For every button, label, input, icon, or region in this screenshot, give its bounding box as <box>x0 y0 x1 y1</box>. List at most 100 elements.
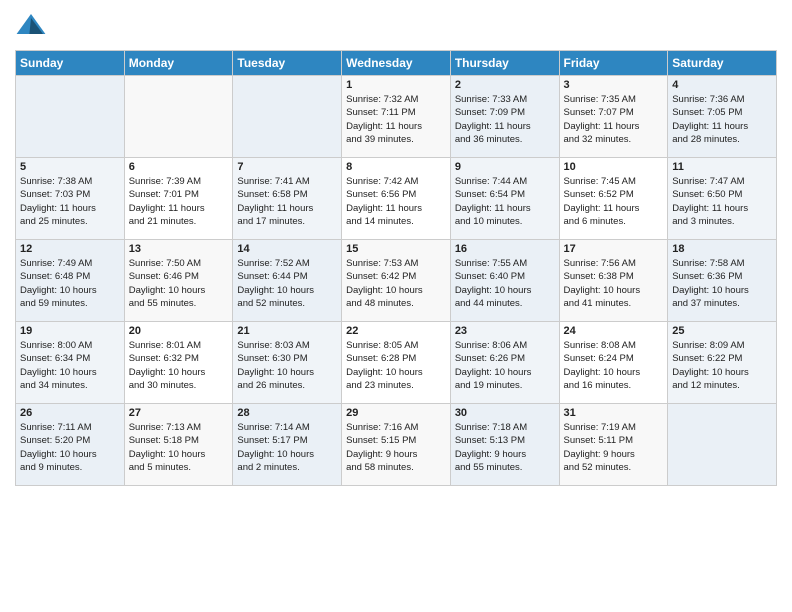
col-header-wednesday: Wednesday <box>342 51 451 76</box>
calendar-cell: 27 Sunrise: 7:13 AM Sunset: 5:18 PM Dayli… <box>124 404 233 486</box>
calendar-table: SundayMondayTuesdayWednesdayThursdayFrid… <box>15 50 777 486</box>
day-info: Sunrise: 7:32 AM Sunset: 7:11 PM Dayligh… <box>346 93 446 146</box>
col-header-friday: Friday <box>559 51 668 76</box>
day-number: 30 <box>455 407 555 419</box>
calendar-cell: 30 Sunrise: 7:18 AM Sunset: 5:13 PM Dayli… <box>450 404 559 486</box>
day-info: Sunrise: 7:56 AM Sunset: 6:38 PM Dayligh… <box>564 257 664 310</box>
day-info: Sunrise: 8:05 AM Sunset: 6:28 PM Dayligh… <box>346 339 446 392</box>
calendar-week-3: 12 Sunrise: 7:49 AM Sunset: 6:48 PM Dayli… <box>16 240 777 322</box>
day-number: 15 <box>346 243 446 255</box>
calendar-cell: 13Sunrise: 7:50 AM Sunset: 6:46 PM Dayli… <box>124 240 233 322</box>
calendar-cell <box>668 404 777 486</box>
col-header-saturday: Saturday <box>668 51 777 76</box>
day-number: 28 <box>237 407 337 419</box>
calendar-cell: 26Sunrise: 7:11 AM Sunset: 5:20 PM Dayli… <box>16 404 125 486</box>
day-number: 7 <box>237 161 337 173</box>
day-number: 31 <box>564 407 664 419</box>
day-info: Sunrise: 8:00 AM Sunset: 6:34 PM Dayligh… <box>20 339 120 392</box>
logo-icon <box>15 10 47 42</box>
day-info: Sunrise: 7:42 AM Sunset: 6:56 PM Dayligh… <box>346 175 446 228</box>
day-number: 18 <box>672 243 772 255</box>
day-info: Sunrise: 7:47 AM Sunset: 6:50 PM Dayligh… <box>672 175 772 228</box>
calendar-cell: 7 Sunrise: 7:41 AM Sunset: 6:58 PM Daylig… <box>233 158 342 240</box>
col-header-sunday: Sunday <box>16 51 125 76</box>
day-info: Sunrise: 8:08 AM Sunset: 6:24 PM Dayligh… <box>564 339 664 392</box>
calendar-cell <box>16 76 125 158</box>
day-number: 23 <box>455 325 555 337</box>
day-info: Sunrise: 7:49 AM Sunset: 6:48 PM Dayligh… <box>20 257 120 310</box>
calendar-header-row: SundayMondayTuesdayWednesdayThursdayFrid… <box>16 51 777 76</box>
calendar-cell: 16Sunrise: 7:55 AM Sunset: 6:40 PM Dayli… <box>450 240 559 322</box>
day-info: Sunrise: 8:03 AM Sunset: 6:30 PM Dayligh… <box>237 339 337 392</box>
calendar-cell: 28 Sunrise: 7:14 AM Sunset: 5:17 PM Dayli… <box>233 404 342 486</box>
col-header-thursday: Thursday <box>450 51 559 76</box>
calendar-cell: 14Sunrise: 7:52 AM Sunset: 6:44 PM Dayli… <box>233 240 342 322</box>
calendar-cell <box>124 76 233 158</box>
calendar-cell: 22 Sunrise: 8:05 AM Sunset: 6:28 PM Dayli… <box>342 322 451 404</box>
day-info: Sunrise: 7:18 AM Sunset: 5:13 PM Dayligh… <box>455 421 555 474</box>
day-number: 4 <box>672 79 772 91</box>
calendar-cell: 21Sunrise: 8:03 AM Sunset: 6:30 PM Dayli… <box>233 322 342 404</box>
day-info: Sunrise: 7:50 AM Sunset: 6:46 PM Dayligh… <box>129 257 229 310</box>
day-info: Sunrise: 7:16 AM Sunset: 5:15 PM Dayligh… <box>346 421 446 474</box>
calendar-cell: 20 Sunrise: 8:01 AM Sunset: 6:32 PM Dayli… <box>124 322 233 404</box>
day-number: 3 <box>564 79 664 91</box>
day-info: Sunrise: 7:11 AM Sunset: 5:20 PM Dayligh… <box>20 421 120 474</box>
calendar-cell: 15 Sunrise: 7:53 AM Sunset: 6:42 PM Dayli… <box>342 240 451 322</box>
calendar-week-5: 26Sunrise: 7:11 AM Sunset: 5:20 PM Dayli… <box>16 404 777 486</box>
day-info: Sunrise: 8:06 AM Sunset: 6:26 PM Dayligh… <box>455 339 555 392</box>
calendar-cell: 25Sunrise: 8:09 AM Sunset: 6:22 PM Dayli… <box>668 322 777 404</box>
day-info: Sunrise: 7:14 AM Sunset: 5:17 PM Dayligh… <box>237 421 337 474</box>
calendar-cell: 29 Sunrise: 7:16 AM Sunset: 5:15 PM Dayli… <box>342 404 451 486</box>
day-info: Sunrise: 7:33 AM Sunset: 7:09 PM Dayligh… <box>455 93 555 146</box>
day-info: Sunrise: 8:01 AM Sunset: 6:32 PM Dayligh… <box>129 339 229 392</box>
day-info: Sunrise: 7:55 AM Sunset: 6:40 PM Dayligh… <box>455 257 555 310</box>
calendar-cell: 2 Sunrise: 7:33 AM Sunset: 7:09 PM Daylig… <box>450 76 559 158</box>
day-number: 5 <box>20 161 120 173</box>
day-number: 1 <box>346 79 446 91</box>
calendar-cell: 3Sunrise: 7:35 AM Sunset: 7:07 PM Daylig… <box>559 76 668 158</box>
calendar-week-2: 5 Sunrise: 7:38 AM Sunset: 7:03 PM Daylig… <box>16 158 777 240</box>
col-header-monday: Monday <box>124 51 233 76</box>
calendar-cell: 17 Sunrise: 7:56 AM Sunset: 6:38 PM Dayli… <box>559 240 668 322</box>
day-number: 25 <box>672 325 772 337</box>
day-info: Sunrise: 7:58 AM Sunset: 6:36 PM Dayligh… <box>672 257 772 310</box>
calendar-cell: 9 Sunrise: 7:44 AM Sunset: 6:54 PM Daylig… <box>450 158 559 240</box>
calendar-week-1: 1 Sunrise: 7:32 AM Sunset: 7:11 PM Daylig… <box>16 76 777 158</box>
calendar-cell: 1 Sunrise: 7:32 AM Sunset: 7:11 PM Daylig… <box>342 76 451 158</box>
calendar-cell: 19Sunrise: 8:00 AM Sunset: 6:34 PM Dayli… <box>16 322 125 404</box>
logo <box>15 10 49 42</box>
day-number: 9 <box>455 161 555 173</box>
day-info: Sunrise: 7:39 AM Sunset: 7:01 PM Dayligh… <box>129 175 229 228</box>
calendar-cell: 4Sunrise: 7:36 AM Sunset: 7:05 PM Daylig… <box>668 76 777 158</box>
day-number: 12 <box>20 243 120 255</box>
calendar-cell: 31 Sunrise: 7:19 AM Sunset: 5:11 PM Dayli… <box>559 404 668 486</box>
day-number: 2 <box>455 79 555 91</box>
day-number: 6 <box>129 161 229 173</box>
day-info: Sunrise: 7:41 AM Sunset: 6:58 PM Dayligh… <box>237 175 337 228</box>
day-number: 22 <box>346 325 446 337</box>
calendar-cell: 11 Sunrise: 7:47 AM Sunset: 6:50 PM Dayli… <box>668 158 777 240</box>
calendar-cell: 12 Sunrise: 7:49 AM Sunset: 6:48 PM Dayli… <box>16 240 125 322</box>
calendar-cell: 24 Sunrise: 8:08 AM Sunset: 6:24 PM Dayli… <box>559 322 668 404</box>
day-number: 8 <box>346 161 446 173</box>
calendar-cell: 10Sunrise: 7:45 AM Sunset: 6:52 PM Dayli… <box>559 158 668 240</box>
day-info: Sunrise: 7:38 AM Sunset: 7:03 PM Dayligh… <box>20 175 120 228</box>
day-info: Sunrise: 7:19 AM Sunset: 5:11 PM Dayligh… <box>564 421 664 474</box>
day-number: 11 <box>672 161 772 173</box>
day-number: 17 <box>564 243 664 255</box>
col-header-tuesday: Tuesday <box>233 51 342 76</box>
day-number: 10 <box>564 161 664 173</box>
day-number: 27 <box>129 407 229 419</box>
day-number: 14 <box>237 243 337 255</box>
day-number: 24 <box>564 325 664 337</box>
day-info: Sunrise: 7:53 AM Sunset: 6:42 PM Dayligh… <box>346 257 446 310</box>
header <box>15 10 777 42</box>
calendar-cell: 18 Sunrise: 7:58 AM Sunset: 6:36 PM Dayli… <box>668 240 777 322</box>
day-number: 29 <box>346 407 446 419</box>
day-number: 20 <box>129 325 229 337</box>
day-info: Sunrise: 7:13 AM Sunset: 5:18 PM Dayligh… <box>129 421 229 474</box>
calendar-cell: 5 Sunrise: 7:38 AM Sunset: 7:03 PM Daylig… <box>16 158 125 240</box>
day-info: Sunrise: 7:44 AM Sunset: 6:54 PM Dayligh… <box>455 175 555 228</box>
page-container: SundayMondayTuesdayWednesdayThursdayFrid… <box>0 0 792 496</box>
